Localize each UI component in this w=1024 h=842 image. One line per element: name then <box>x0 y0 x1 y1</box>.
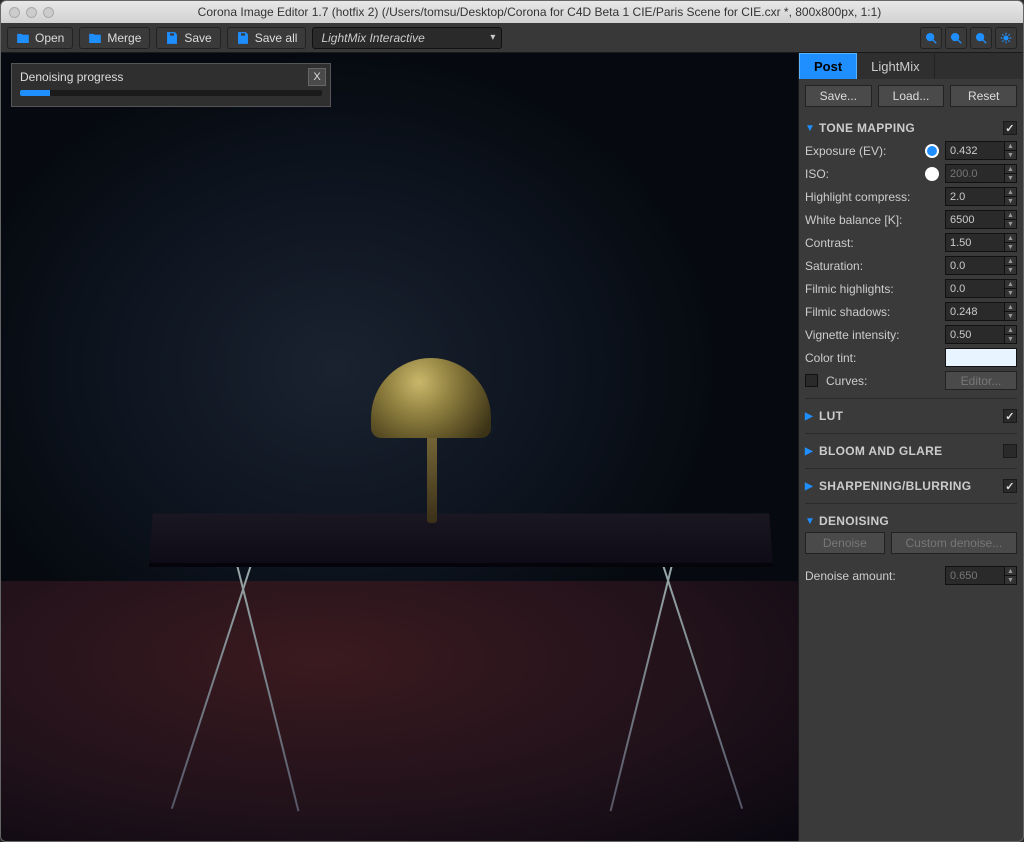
highlight-compress-label: Highlight compress: <box>805 190 941 204</box>
filmic-shadows-input[interactable]: 0.248▲▼ <box>945 302 1017 321</box>
lut-enable-checkbox[interactable]: ✓ <box>1003 409 1017 423</box>
main-toolbar: Open Merge Save Save all LightMix Intera… <box>1 23 1023 53</box>
section-title: SHARPENING/BLURRING <box>819 479 971 493</box>
photographic-exposure-radio[interactable] <box>925 167 939 181</box>
zoom-in-icon <box>924 31 938 45</box>
panel-reset-button[interactable]: Reset <box>950 85 1017 107</box>
window-title: Corona Image Editor 1.7 (hotfix 2) (/Use… <box>64 5 1015 19</box>
curves-editor-button[interactable]: Editor... <box>945 371 1017 390</box>
gear-icon <box>999 31 1013 45</box>
progress-fill <box>20 90 50 96</box>
white-balance-input[interactable]: 6500▲▼ <box>945 210 1017 229</box>
open-button[interactable]: Open <box>7 27 73 49</box>
saturation-input[interactable]: 0.0▲▼ <box>945 256 1017 275</box>
white-balance-label: White balance [K]: <box>805 213 941 227</box>
curves-checkbox[interactable] <box>805 374 818 387</box>
section-tone-mapping[interactable]: ▼ TONE MAPPING ✓ <box>805 117 1017 139</box>
traffic-light-minimize[interactable] <box>26 7 37 18</box>
denoise-amount-label: Denoise amount: <box>805 569 941 583</box>
post-panel: Post LightMix Save... Load... Reset ▼ TO… <box>798 53 1023 841</box>
bloom-enable-checkbox[interactable] <box>1003 444 1017 458</box>
floppy-save-all-icon <box>236 31 250 45</box>
dropdown-value: LightMix Interactive <box>321 31 424 45</box>
section-title: LUT <box>819 409 843 423</box>
panel-load-button[interactable]: Load... <box>878 85 945 107</box>
save-all-button[interactable]: Save all <box>227 27 307 49</box>
filmic-highlights-label: Filmic highlights: <box>805 282 941 296</box>
scene-rug <box>1 581 798 841</box>
render-element-dropdown[interactable]: LightMix Interactive <box>312 27 502 49</box>
zoom-fit-button[interactable] <box>970 27 992 49</box>
progress-label: Denoising progress <box>20 70 123 84</box>
highlight-compress-input[interactable]: 2.0▲▼ <box>945 187 1017 206</box>
tab-post[interactable]: Post <box>799 53 857 79</box>
scene-lamp-stem <box>427 428 437 523</box>
zoom-fit-icon <box>974 31 988 45</box>
progress-track <box>20 90 322 96</box>
tab-lightmix[interactable]: LightMix <box>857 53 934 79</box>
section-title: TONE MAPPING <box>819 121 915 135</box>
custom-denoise-button[interactable]: Custom denoise... <box>891 532 1017 554</box>
section-sharpening[interactable]: ▶SHARPENING/BLURRING ✓ <box>805 475 1017 497</box>
vignette-input[interactable]: 0.50▲▼ <box>945 325 1017 344</box>
scene-table-top <box>149 513 773 563</box>
triangle-down-icon: ▼ <box>805 123 819 134</box>
zoom-in-button[interactable] <box>920 27 942 49</box>
settings-button[interactable] <box>995 27 1017 49</box>
traffic-light-close[interactable] <box>9 7 20 18</box>
triangle-down-icon: ▼ <box>805 516 819 527</box>
section-title: DENOISING <box>819 514 889 528</box>
save-label: Save <box>184 31 211 45</box>
color-tint-label: Color tint: <box>805 351 941 365</box>
section-title: BLOOM AND GLARE <box>819 444 942 458</box>
iso-input[interactable]: 200.0▲▼ <box>945 164 1017 183</box>
filmic-highlights-input[interactable]: 0.0▲▼ <box>945 279 1017 298</box>
zoom-out-button[interactable] <box>945 27 967 49</box>
folder-open-icon <box>16 31 30 45</box>
triangle-right-icon: ▶ <box>805 481 819 492</box>
spinner-down-icon[interactable]: ▼ <box>1004 151 1016 159</box>
titlebar: Corona Image Editor 1.7 (hotfix 2) (/Use… <box>1 1 1023 23</box>
section-bloom[interactable]: ▶BLOOM AND GLARE <box>805 440 1017 462</box>
traffic-light-zoom[interactable] <box>43 7 54 18</box>
triangle-right-icon: ▶ <box>805 411 819 422</box>
color-tint-swatch[interactable] <box>945 348 1017 367</box>
tone-mapping-enable-checkbox[interactable]: ✓ <box>1003 121 1017 135</box>
simple-exposure-radio[interactable] <box>925 144 939 158</box>
floppy-save-icon <box>165 31 179 45</box>
progress-overlay: Denoising progress X <box>11 63 331 107</box>
panel-tabs: Post LightMix <box>799 53 1023 79</box>
exposure-input[interactable]: 0.432▲▼ <box>945 141 1017 160</box>
exposure-label: Exposure (EV): <box>805 144 921 158</box>
zoom-out-icon <box>949 31 963 45</box>
vignette-label: Vignette intensity: <box>805 328 941 342</box>
sharpening-enable-checkbox[interactable]: ✓ <box>1003 479 1017 493</box>
render-viewport[interactable]: Denoising progress X <box>1 53 798 841</box>
open-label: Open <box>35 31 64 45</box>
save-button[interactable]: Save <box>156 27 220 49</box>
contrast-input[interactable]: 1.50▲▼ <box>945 233 1017 252</box>
merge-button[interactable]: Merge <box>79 27 150 49</box>
curves-label: Curves: <box>826 374 941 388</box>
contrast-label: Contrast: <box>805 236 941 250</box>
denoise-amount-input[interactable]: 0.650▲▼ <box>945 566 1017 585</box>
denoise-button[interactable]: Denoise <box>805 532 885 554</box>
saturation-label: Saturation: <box>805 259 941 273</box>
app-window: Corona Image Editor 1.7 (hotfix 2) (/Use… <box>0 0 1024 842</box>
spinner-up-icon[interactable]: ▲ <box>1004 142 1016 151</box>
save-all-label: Save all <box>255 31 298 45</box>
scene-lamp-shade <box>371 358 491 438</box>
filmic-shadows-label: Filmic shadows: <box>805 305 941 319</box>
folder-merge-icon <box>88 31 102 45</box>
triangle-right-icon: ▶ <box>805 446 819 457</box>
iso-label: ISO: <box>805 167 921 181</box>
panel-save-button[interactable]: Save... <box>805 85 872 107</box>
section-lut[interactable]: ▶LUT ✓ <box>805 405 1017 427</box>
section-denoising[interactable]: ▼DENOISING <box>805 510 1017 532</box>
progress-close-button[interactable]: X <box>308 68 326 86</box>
merge-label: Merge <box>107 31 141 45</box>
